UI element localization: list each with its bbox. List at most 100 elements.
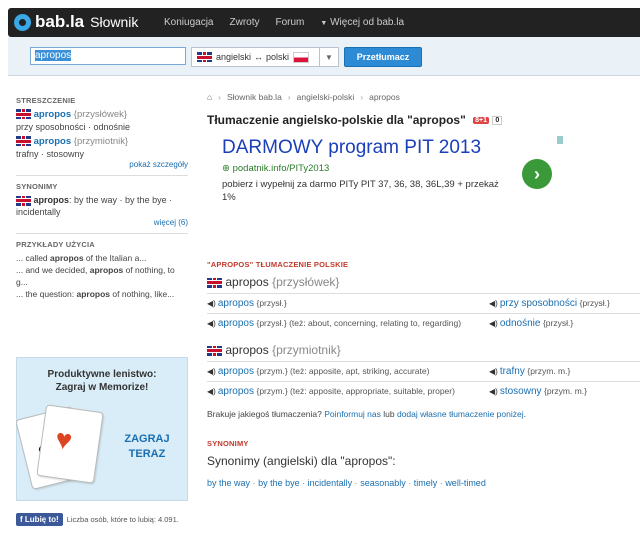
uk-flag-icon bbox=[16, 136, 31, 147]
synonym-link[interactable]: incidentally bbox=[308, 478, 353, 488]
synonyms-heading: SYNONIMY bbox=[16, 182, 58, 191]
nav-item-more[interactable]: ▼ Więcej od bab.la bbox=[320, 17, 404, 28]
heart-card-icon: ♥ bbox=[36, 404, 104, 484]
synonym-link[interactable]: timely bbox=[414, 478, 438, 488]
uk-flag-icon bbox=[197, 52, 212, 62]
summary-word[interactable]: apropos bbox=[34, 136, 71, 147]
source-alternatives: (też: apposite, apt, striking, accurate) bbox=[287, 366, 430, 376]
summary-translation: trafny · stosowny bbox=[16, 149, 85, 159]
logo-subtitle: Słownik bbox=[90, 14, 139, 30]
source-grammar: {przym.} bbox=[256, 366, 288, 376]
adchoices-icon[interactable] bbox=[557, 136, 563, 144]
source-word-link[interactable]: apropos bbox=[218, 366, 254, 377]
summary-item: apropos {przymiotnik} bbox=[16, 135, 188, 148]
play-now-button[interactable]: ZAGRAJ TERAZ bbox=[117, 432, 177, 462]
usage-pre: ... called bbox=[16, 253, 51, 263]
source-word-link[interactable]: apropos bbox=[218, 298, 254, 309]
nav-item-forum[interactable]: Forum bbox=[275, 17, 304, 28]
uk-flag-icon bbox=[16, 195, 31, 206]
usage-post: of nothing, like... bbox=[110, 289, 175, 299]
report-link[interactable]: Poinformuj nas bbox=[324, 409, 381, 419]
summary-word[interactable]: apropos bbox=[34, 109, 71, 120]
chevron-down-icon[interactable]: ▼ bbox=[319, 48, 338, 66]
search-bar: apropos angielski ↔ polski ▼ Przetłumacz bbox=[8, 37, 640, 76]
pl-flag-icon bbox=[293, 51, 310, 63]
facebook-like-button[interactable]: f Lubię to! bbox=[16, 513, 63, 526]
target-word-link[interactable]: stosowny bbox=[500, 386, 542, 397]
usage-example[interactable]: ... and we decided, apropos of nothing, … bbox=[16, 264, 188, 288]
pos-heading: apropos {przymiotnik} bbox=[207, 343, 640, 357]
synonym-link[interactable]: by the way bbox=[207, 478, 250, 488]
usage-heading: PRZYKŁADY UŻYCIA bbox=[16, 240, 95, 249]
synonym-link[interactable]: by the bye bbox=[258, 478, 300, 488]
nav-more-label: Więcej od bab.la bbox=[330, 17, 405, 28]
source-grammar: {przym.} bbox=[256, 386, 288, 396]
breadcrumb-item[interactable]: angielski-polski bbox=[297, 92, 355, 102]
memorize-title: Produktywne lenistwo: Zagraj w Memorize! bbox=[17, 368, 187, 394]
usage-pre: ... and we decided, bbox=[16, 265, 90, 275]
synonym-link[interactable]: seasonably bbox=[360, 478, 406, 488]
speaker-icon[interactable]: ◀) bbox=[489, 367, 498, 376]
target-word-link[interactable]: przy sposobności bbox=[500, 298, 577, 309]
add-translation-link[interactable]: dodaj własne tłumaczenie poniżej bbox=[397, 409, 524, 419]
home-icon[interactable]: ⌂ bbox=[207, 92, 212, 102]
nav-item-koniugacja[interactable]: Koniugacja bbox=[164, 17, 213, 28]
logo[interactable]: bab.la Słownik bbox=[14, 11, 138, 33]
translate-button[interactable]: Przetłumacz bbox=[344, 47, 422, 67]
breadcrumb-item[interactable]: Słownik bab.la bbox=[227, 92, 282, 102]
ad-title[interactable]: DARMOWY program PIT 2013 bbox=[222, 137, 552, 159]
source-grammar: {przysł.} bbox=[256, 298, 287, 308]
facebook-like-count: Liczba osób, które to lubią: 4.091. bbox=[66, 515, 179, 524]
usage-example[interactable]: ... called apropos of the Italian a... bbox=[16, 252, 188, 264]
summary-pos: {przysłówek} bbox=[73, 109, 128, 120]
more-synonyms-link[interactable]: więcej (6) bbox=[16, 218, 188, 227]
speaker-icon[interactable]: ◀) bbox=[207, 387, 216, 396]
language-select[interactable]: angielski ↔ polski ▼ bbox=[191, 47, 339, 67]
target-word-link[interactable]: trafny bbox=[500, 366, 525, 377]
play-now-line1: ZAGRAJ bbox=[124, 433, 170, 445]
arrow-right-icon[interactable]: › bbox=[522, 159, 552, 189]
speaker-icon[interactable]: ◀) bbox=[489, 299, 498, 308]
source-word-link[interactable]: apropos bbox=[218, 318, 254, 329]
usage-example[interactable]: ... the question: apropos of nothing, li… bbox=[16, 288, 188, 300]
logo-text: bab.la bbox=[35, 12, 85, 31]
page-title-text: Tłumaczenie angielsko-polskie dla "aprop… bbox=[207, 113, 466, 127]
google-plus-button[interactable]: 8+1 bbox=[473, 117, 489, 125]
source-word-link[interactable]: apropos bbox=[218, 386, 254, 397]
pos-heading: apropos {przysłówek} bbox=[207, 275, 640, 289]
table-row: ◀) apropos {przysł.} ◀) przy sposobności {… bbox=[207, 293, 640, 313]
missing-text-end: . bbox=[523, 409, 526, 419]
show-details-link[interactable]: pokaż szczegóły bbox=[16, 160, 188, 169]
translation-table: ◀) apropos {przym.} (też: apposite, apt, … bbox=[207, 361, 640, 401]
google-plus-count: 0 bbox=[492, 116, 503, 126]
ad-url[interactable]: ⊕ podatnik.info/PITy2013 bbox=[222, 163, 552, 174]
usage-word: apropos bbox=[89, 265, 124, 275]
synonym-link[interactable]: well-timed bbox=[445, 478, 486, 488]
breadcrumb-separator: › bbox=[360, 92, 364, 102]
facebook-icon: f bbox=[20, 515, 23, 524]
target-grammar: {przym. m.} bbox=[527, 366, 571, 376]
speaker-icon[interactable]: ◀) bbox=[207, 299, 216, 308]
target-grammar: {przysł.} bbox=[579, 298, 610, 308]
summary-item: apropos {przysłówek} bbox=[16, 108, 188, 121]
table-row: ◀) apropos {przym.} (też: apposite, appro… bbox=[207, 381, 640, 401]
sidebar: STRESZCZENIE apropos {przysłówek} przy s… bbox=[16, 96, 188, 300]
speaker-icon[interactable]: ◀) bbox=[207, 319, 216, 328]
missing-translation-note: Brakuje jakiegoś tłumaczenia? Poinformuj… bbox=[207, 409, 640, 419]
speaker-icon[interactable]: ◀) bbox=[489, 387, 498, 396]
target-word-link[interactable]: odnośnie bbox=[500, 318, 541, 329]
caret-down-icon: ▼ bbox=[320, 20, 328, 27]
uk-flag-icon bbox=[207, 277, 222, 288]
missing-text-mid: lub bbox=[380, 409, 397, 419]
synonyms-heading: Synonimy (angielski) dla "apropos": bbox=[207, 454, 396, 468]
speaker-icon[interactable]: ◀) bbox=[207, 367, 216, 376]
divider bbox=[16, 233, 188, 234]
nav-item-zwroty[interactable]: Zwroty bbox=[229, 17, 259, 28]
speaker-icon[interactable]: ◀) bbox=[489, 319, 498, 328]
usage-word: apropos bbox=[76, 289, 111, 299]
table-row: ◀) apropos {przym.} (też: apposite, apt, … bbox=[207, 361, 640, 381]
globe-icon: ⊕ bbox=[222, 163, 230, 174]
search-input[interactable]: apropos bbox=[30, 47, 186, 65]
advertisement[interactable]: DARMOWY program PIT 2013 ⊕ podatnik.info… bbox=[222, 137, 552, 204]
memorize-promo[interactable]: Produktywne lenistwo: Zagraj w Memorize!… bbox=[15, 357, 188, 501]
